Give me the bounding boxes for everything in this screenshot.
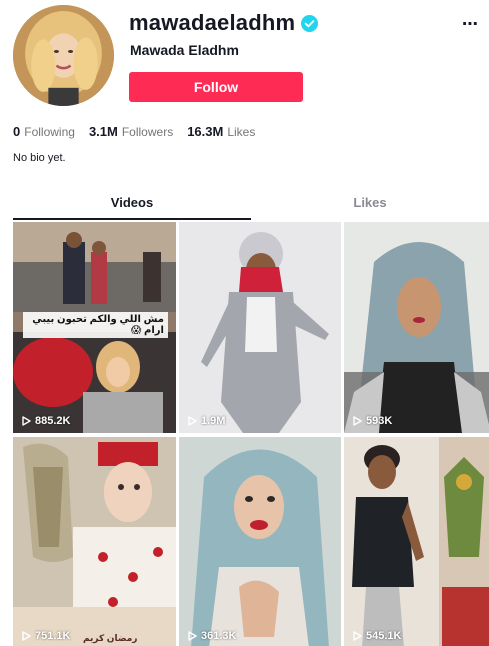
- video-thumbnail[interactable]: 361.3K: [179, 437, 341, 646]
- stat-value: 3.1M: [88, 124, 118, 139]
- profile-tabs: Videos Likes: [13, 190, 489, 220]
- stat-followers[interactable]: 3.1M Followers: [89, 124, 173, 139]
- follow-button[interactable]: Follow: [129, 72, 303, 102]
- stat-label: Followers: [121, 125, 174, 139]
- play-icon: [22, 416, 31, 426]
- view-count: 751.1K: [35, 630, 71, 642]
- avatar-image: [13, 5, 114, 106]
- video-views: 593K: [353, 415, 392, 427]
- stat-label: Likes: [227, 125, 256, 139]
- view-count: 361.3K: [201, 630, 237, 642]
- display-name: Mawada Eladhm: [130, 42, 239, 58]
- video-grid: مش اللي والكم تحبون بيبي ارام 😱 885.2K 1…: [13, 222, 489, 646]
- profile-avatar[interactable]: [13, 5, 114, 106]
- verified-badge-icon: [301, 14, 319, 32]
- video-thumbnail[interactable]: 545.1K: [344, 437, 489, 646]
- play-icon: [353, 631, 362, 641]
- stat-value: 0: [13, 124, 21, 139]
- video-views: 751.1K: [22, 630, 70, 642]
- video-views: 1.9M: [188, 415, 225, 427]
- view-count: 1.9M: [201, 415, 226, 427]
- more-dots-icon[interactable]: ⋯: [462, 14, 479, 34]
- stat-value: 16.3M: [187, 124, 224, 139]
- video-thumbnail-image: [179, 437, 341, 646]
- video-caption: مش اللي والكم تحبون بيبي ارام 😱: [23, 312, 168, 338]
- tab-videos[interactable]: Videos: [13, 190, 251, 220]
- play-icon: [22, 631, 31, 641]
- video-thumbnail-image: [179, 222, 341, 433]
- view-count: 885.2K: [35, 415, 71, 427]
- video-views: 361.3K: [188, 630, 236, 642]
- video-thumbnail[interactable]: 593K: [344, 222, 489, 433]
- stat-likes: 16.3M Likes: [187, 124, 255, 139]
- username: mawadaeladhm: [129, 10, 296, 35]
- view-count: 545.1K: [366, 630, 402, 642]
- play-icon: [188, 416, 197, 426]
- video-overlay-text: رمضان كريم: [83, 633, 138, 643]
- username-row: mawadaeladhm: [129, 10, 319, 36]
- play-icon: [353, 416, 362, 426]
- video-thumbnail-image: [13, 437, 176, 646]
- stat-label: Following: [24, 125, 75, 139]
- video-thumbnail[interactable]: مش اللي والكم تحبون بيبي ارام 😱 885.2K: [13, 222, 176, 433]
- view-count: 593K: [366, 415, 393, 427]
- stat-following[interactable]: 0 Following: [13, 124, 75, 139]
- profile-bio: No bio yet.: [13, 152, 66, 164]
- video-views: 885.2K: [22, 415, 70, 427]
- video-thumbnail[interactable]: رمضان كريم 751.1K: [13, 437, 176, 646]
- video-thumbnail-image: [344, 222, 489, 433]
- video-views: 545.1K: [353, 630, 401, 642]
- play-icon: [188, 631, 197, 641]
- tab-likes[interactable]: Likes: [251, 190, 489, 220]
- profile-stats: 0 Following 3.1M Followers 16.3M Likes: [13, 124, 269, 139]
- video-thumbnail-image: [344, 437, 489, 646]
- video-thumbnail[interactable]: 1.9M: [179, 222, 341, 433]
